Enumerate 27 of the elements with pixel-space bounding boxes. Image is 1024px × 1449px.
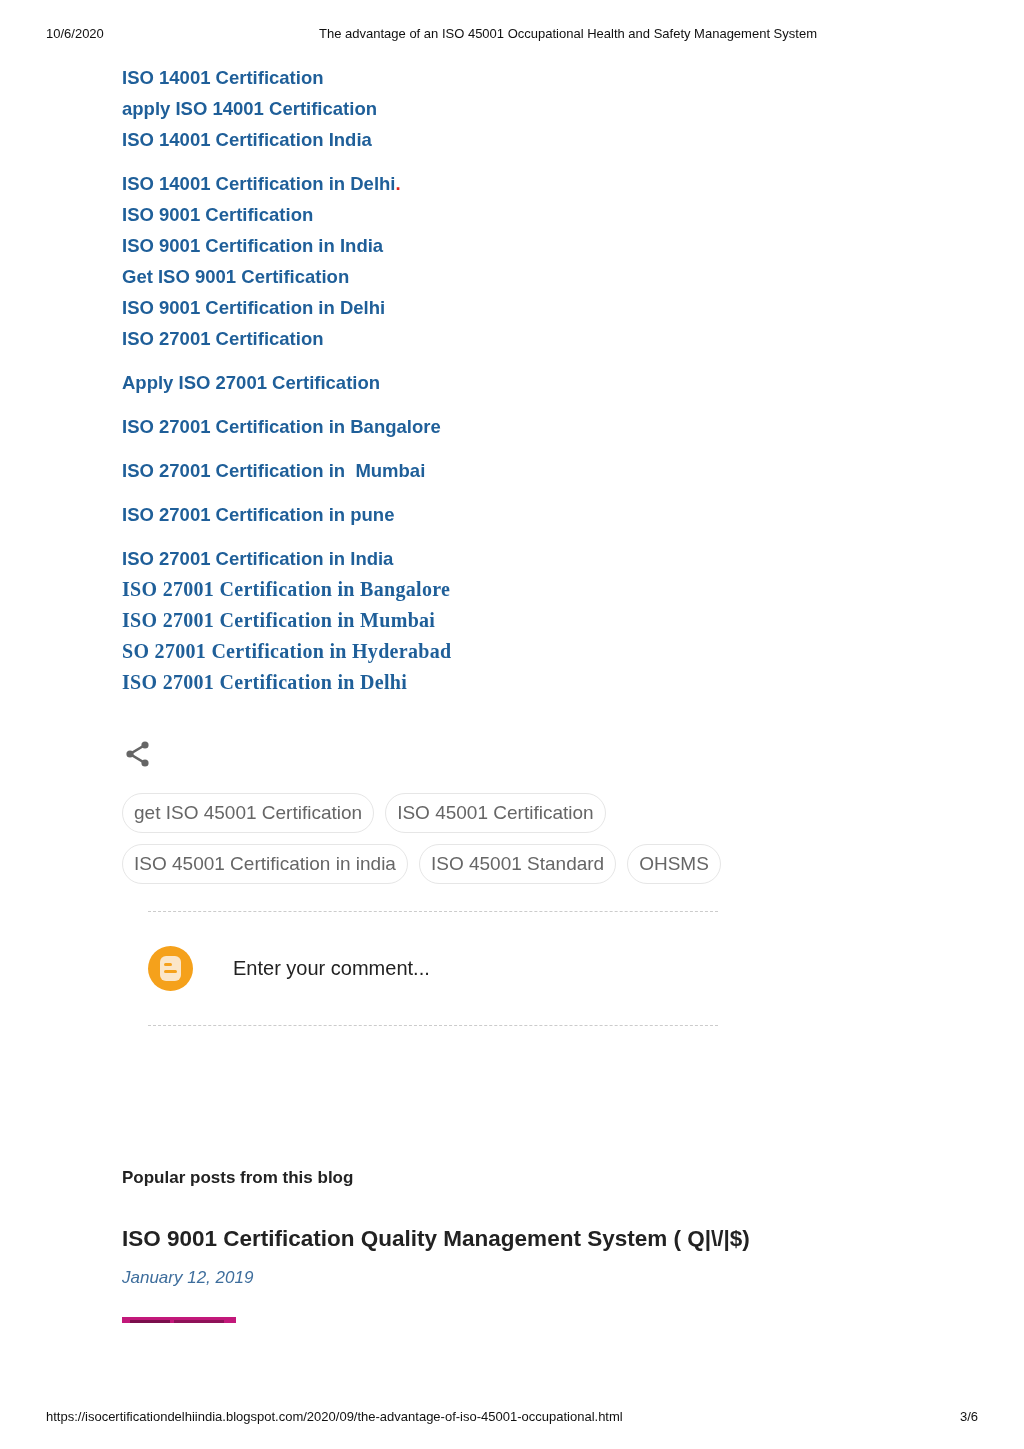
link[interactable]: ISO 27001 Certification	[122, 323, 324, 354]
link[interactable]: Get ISO 9001 Certification	[122, 261, 350, 292]
print-date: 10/6/2020	[46, 25, 104, 41]
link[interactable]: ISO 9001 Certification	[122, 199, 314, 230]
link[interactable]: ISO 14001 Certification India	[122, 124, 372, 155]
link[interactable]: ISO 9001 Certification in Delhi	[122, 292, 386, 323]
link[interactable]: Apply ISO 27001 Certification	[122, 367, 381, 398]
link[interactable]: ISO 27001 Certification in Mumbai	[122, 455, 426, 486]
link[interactable]: apply ISO 14001 Certification	[122, 93, 377, 124]
page-title: The advantage of an ISO 45001 Occupational Health and Safety Management System	[319, 25, 817, 41]
link[interactable]: ISO 27001 Certification in Bangalore	[122, 411, 441, 442]
link[interactable]: ISO 14001 Certification	[122, 62, 324, 93]
link[interactable]: ISO 27001 Certification in Mumbai	[122, 605, 436, 636]
link[interactable]: ISO 9001 Certification in India	[122, 230, 384, 261]
page-url: https://isocertificationdelhiindia.blogspot.com/2020/09/the-advantage-of-iso-45001-occupational.html	[46, 1408, 623, 1424]
link[interactable]: ISO 27001 Certification in India	[122, 543, 394, 574]
blogger-logo-icon	[148, 946, 193, 991]
section-heading: Popular posts from this blog	[122, 1168, 355, 1188]
share-icon[interactable]	[125, 741, 151, 767]
link[interactable]: ISO 14001 Certification in Delhi.	[122, 168, 401, 199]
post-date: January 12, 2019	[122, 1268, 255, 1288]
link[interactable]: ISO 27001 Certification in Bangalore	[122, 574, 451, 605]
post-title[interactable]: ISO 9001 Certification Quality Management System ( Q|\/|$)	[122, 1226, 1024, 1252]
link[interactable]: SO 27001 Certification in Hyderabad	[122, 636, 452, 667]
link[interactable]: ISO 27001 Certification in Delhi	[122, 667, 408, 698]
link[interactable]: ISO 27001 Certification in pune	[122, 499, 395, 530]
page-number: 3/6	[959, 1408, 978, 1424]
